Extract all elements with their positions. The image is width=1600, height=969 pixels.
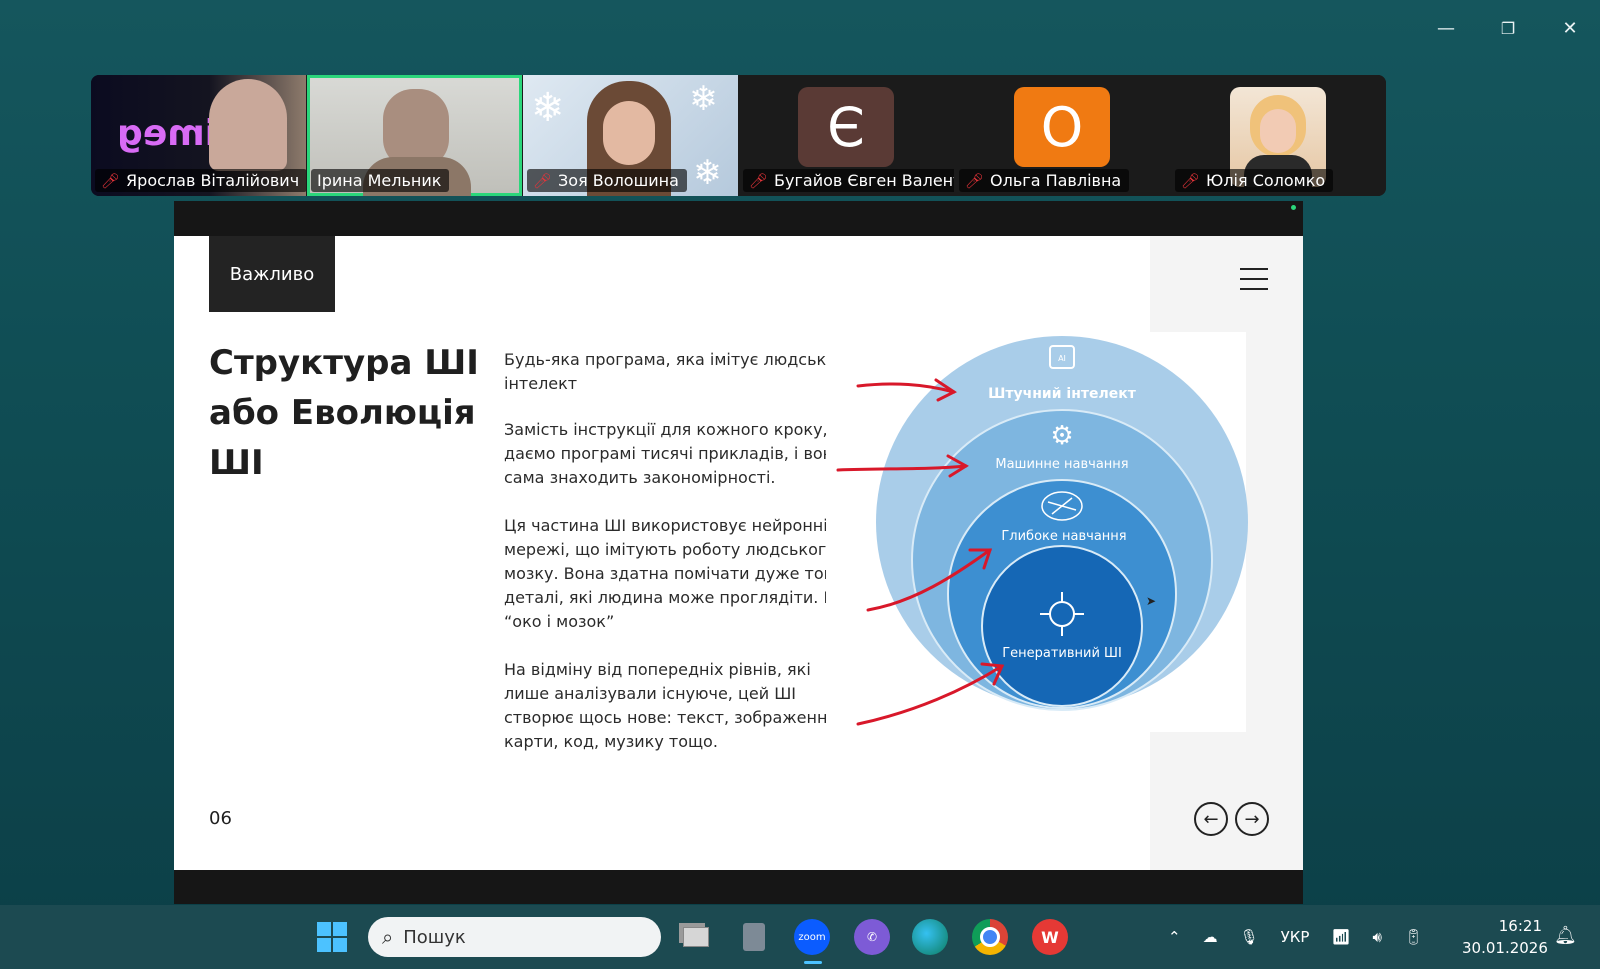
mic-muted-icon: 🎤︎ xyxy=(533,171,553,190)
participant-tile[interactable]: 🎤︎ Юлія Соломко xyxy=(1171,75,1386,196)
volume-icon[interactable]: 🔊︎ xyxy=(1373,928,1382,946)
participant-tile[interactable]: О 🎤︎ Ольга Павлівна xyxy=(955,75,1170,196)
windows-start-button[interactable] xyxy=(314,919,350,955)
taskbar-search[interactable]: ⌕ Пошук xyxy=(368,917,661,957)
zoom-app-icon[interactable]: zoom xyxy=(794,919,830,955)
arrow-to-ml xyxy=(836,464,968,472)
viber-icon[interactable]: ✆ xyxy=(854,919,890,955)
clock[interactable]: 16:21 30.01.2026 xyxy=(1462,915,1548,959)
close-button[interactable]: ✕ xyxy=(1550,14,1590,42)
participant-name-tag: 🎤︎ Юлія Соломко xyxy=(1175,169,1334,192)
participant-name: Ірина Мельник xyxy=(317,171,442,190)
mouse-cursor: ➤ xyxy=(1146,594,1157,608)
arrow-to-gen xyxy=(856,664,1004,726)
label-gen: Генеративний ШІ xyxy=(1002,646,1122,661)
participant-name-tag: 🎤︎ Ольга Павлівна xyxy=(959,169,1130,192)
search-placeholder: Пошук xyxy=(403,926,466,948)
chrome-browser-icon[interactable] xyxy=(972,919,1008,955)
paragraph-ml: Замість інструкції для кожного кроку, ми… xyxy=(504,420,856,487)
paragraph-dl: Ця частина ШІ використовує нейронні мере… xyxy=(504,516,849,631)
clock-time: 16:21 xyxy=(1498,917,1542,935)
slide-title: Структура ШІ або Еволюція ШІ xyxy=(209,343,479,483)
arrow-right-icon: → xyxy=(1244,808,1260,830)
participant-name: Ольга Павлівна xyxy=(990,171,1122,190)
presentation-slide: Важливо Структура ШІ або Еволюція ШІ Буд… xyxy=(174,236,1303,870)
wifi-icon[interactable]: 📶︎ xyxy=(1331,928,1350,946)
cloud-off-icon[interactable]: ☁ xyxy=(1203,928,1218,946)
participant-name-tag: 🎤︎ Ярослав Віталійович xyxy=(95,169,306,192)
arrow-left-icon: ← xyxy=(1203,808,1219,830)
participant-face xyxy=(603,101,655,165)
zoom-active-indicator xyxy=(804,961,822,964)
gear-icon: ⚙ xyxy=(1050,421,1073,451)
participant-video xyxy=(209,79,287,171)
snowflake-icon: ❄ xyxy=(689,79,718,119)
participant-name-tag: Ірина Мельник xyxy=(311,169,450,192)
arrow-head xyxy=(980,662,1005,686)
participant-avatar: Є xyxy=(798,87,894,167)
participant-tile[interactable]: Є 🎤︎ Бугайов Євген Валент... xyxy=(739,75,954,196)
paragraph-gen: На відміну від попередніх рівнів, які ли… xyxy=(504,660,843,751)
snowflake-icon: ❄ xyxy=(693,153,722,193)
mic-muted-icon: 🎤︎ xyxy=(101,171,121,190)
arrow-to-ai xyxy=(856,382,956,394)
ai-chip-text: AI xyxy=(1058,354,1066,363)
participant-name: Зоя Волошина xyxy=(558,171,679,190)
chevron-up-icon[interactable]: ⌃ xyxy=(1168,928,1181,946)
restore-button[interactable]: ❐ xyxy=(1488,14,1528,42)
participant-tile-active[interactable]: Ірина Мельник xyxy=(307,75,522,196)
wps-office-icon[interactable]: W xyxy=(1032,919,1068,955)
microphone-icon[interactable]: 🎙︎ xyxy=(1240,928,1259,946)
participant-name-tag: 🎤︎ Зоя Волошина xyxy=(527,169,687,192)
avatar-initial: Є xyxy=(827,95,865,159)
task-view-icon[interactable] xyxy=(678,919,714,955)
calculator-icon[interactable] xyxy=(736,919,772,955)
participant-name: Бугайов Євген Валент... xyxy=(774,171,954,190)
system-tray: ⌃ ☁ 🎙︎ УКР 📶︎ 🔊︎ 🔋︎ xyxy=(1168,905,1423,969)
search-icon: ⌕ xyxy=(382,925,394,949)
menu-icon[interactable] xyxy=(1240,268,1268,290)
next-slide-button[interactable]: → xyxy=(1235,802,1269,836)
minimize-button[interactable]: — xyxy=(1426,14,1466,42)
language-indicator[interactable]: УКР xyxy=(1281,928,1310,946)
participant-tile[interactable]: inimeg 🎤︎ Ярослав Віталійович xyxy=(91,75,306,196)
mic-muted-icon: 🎤︎ xyxy=(965,171,985,190)
participant-tile[interactable]: ❄ ❄ ❄ 🎤︎ Зоя Волошина xyxy=(523,75,738,196)
annotation-arrows xyxy=(836,378,1005,726)
share-indicator-dot xyxy=(1291,205,1296,210)
notification-bell-icon[interactable]: 🔔︎ xyxy=(1554,925,1577,946)
page-number: 06 xyxy=(209,808,232,829)
clock-date: 30.01.2026 xyxy=(1462,939,1548,957)
slide-badge: Важливо xyxy=(209,236,335,312)
participant-avatar: О xyxy=(1014,87,1110,167)
battery-icon[interactable]: 🔋︎ xyxy=(1404,928,1423,946)
participant-name-tag: 🎤︎ Бугайов Євген Валент... xyxy=(743,169,954,192)
label-dl: Глибоке навчання xyxy=(1001,529,1126,544)
prev-slide-button[interactable]: ← xyxy=(1194,802,1228,836)
arrow-to-dl xyxy=(866,548,992,612)
participant-name: Ярослав Віталійович xyxy=(126,171,300,190)
avatar-initial: О xyxy=(1040,95,1084,159)
paragraph-ai: Будь-яка програма, яка імітує людський і… xyxy=(504,350,847,393)
zoom-label: zoom xyxy=(798,931,826,943)
mic-muted-icon: 🎤︎ xyxy=(749,171,769,190)
participant-strip: inimeg 🎤︎ Ярослав Віталійович Ірина Мельн… xyxy=(91,75,1386,196)
label-ml: Машинне навчання xyxy=(995,457,1128,472)
edge-browser-icon[interactable] xyxy=(912,919,948,955)
taskbar: ⌕ Пошук zoom ✆ W ⌃ ☁ 🎙︎ УКР 📶︎ 🔊︎ 🔋︎ 16:… xyxy=(0,905,1600,969)
mic-muted-icon: 🎤︎ xyxy=(1181,171,1201,190)
participant-name: Юлія Соломко xyxy=(1206,171,1326,190)
snowflake-icon: ❄ xyxy=(531,85,565,131)
